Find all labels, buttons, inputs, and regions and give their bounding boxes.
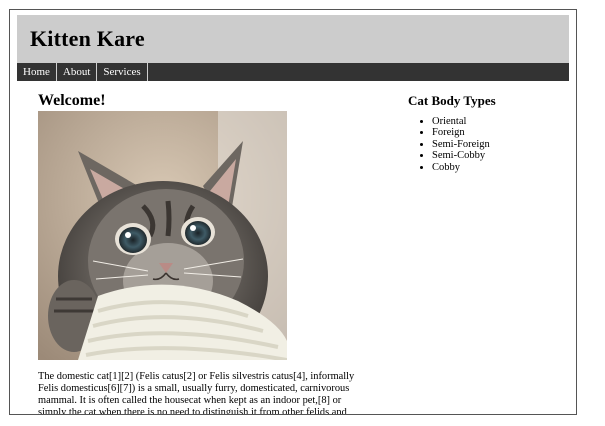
page-frame: Kitten Kare Home About Services Welcome! — [9, 9, 577, 415]
intro-paragraph: The domestic cat[1][2] (Felis catus[2] o… — [38, 371, 355, 415]
nav-item-services[interactable]: Services — [97, 63, 148, 81]
list-item: Cobby — [432, 162, 490, 173]
site-title: Kitten Kare — [30, 26, 145, 51]
kitten-image — [38, 111, 287, 360]
list-item: Foreign — [432, 127, 490, 138]
nav-item-home[interactable]: Home — [17, 63, 57, 81]
page-heading: Welcome! — [38, 92, 106, 109]
body-types-list: Oriental Foreign Semi-Foreign Semi-Cobby… — [432, 116, 490, 173]
site-header: Kitten Kare — [17, 15, 569, 63]
nav-item-about[interactable]: About — [57, 63, 98, 81]
list-item: Semi-Cobby — [432, 150, 490, 161]
list-item: Semi-Foreign — [432, 139, 490, 150]
sidebar-heading: Cat Body Types — [408, 93, 496, 108]
nav-bar: Home About Services — [17, 63, 569, 81]
list-item: Oriental — [432, 116, 490, 127]
